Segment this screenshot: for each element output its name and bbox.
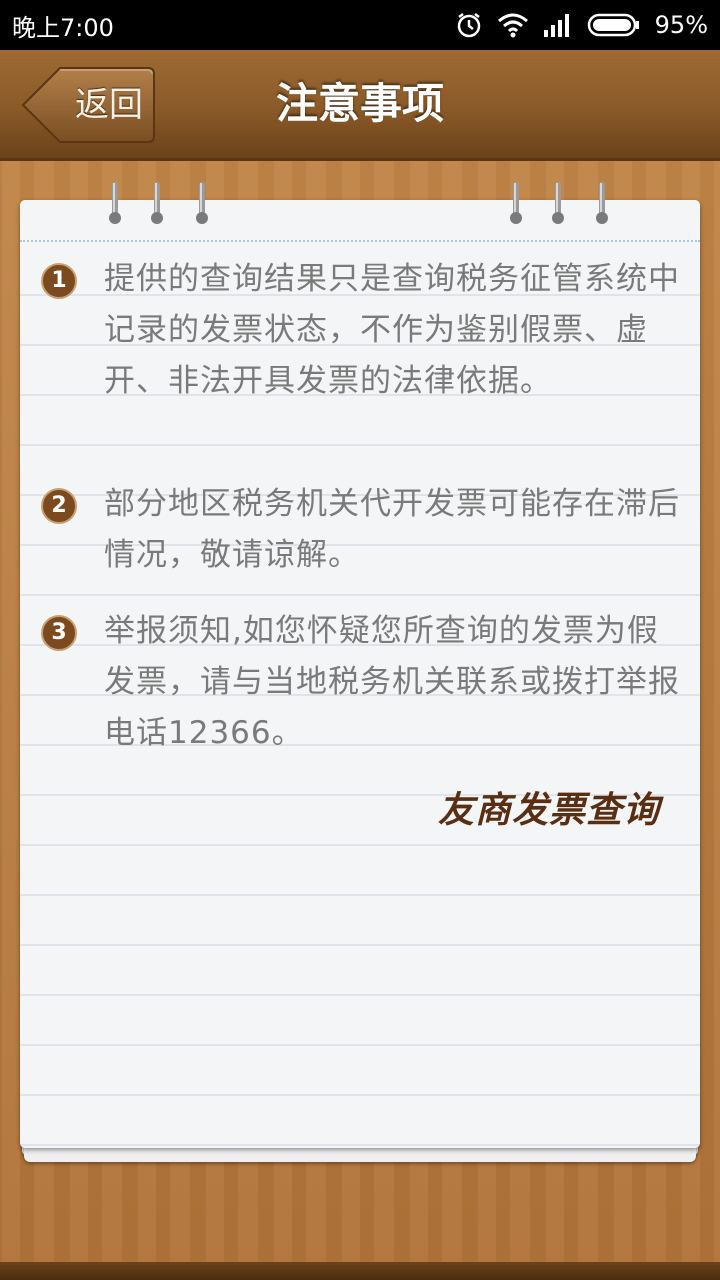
status-time: 晚上7:00	[12, 13, 114, 42]
signal-icon	[543, 12, 573, 38]
spiral-ring-icon	[151, 182, 163, 224]
spiral-ring-icon	[510, 182, 522, 224]
alarm-icon	[455, 11, 483, 39]
status-icons: 95%	[455, 11, 708, 39]
spiral-ring-icon	[109, 182, 121, 224]
note-number: 1	[51, 268, 67, 293]
spiral-ring-icon	[552, 182, 564, 224]
header-bar: 返回 注意事项	[0, 50, 720, 161]
back-label: 返回	[75, 85, 143, 125]
note-number: 3	[51, 620, 67, 645]
note-text: 部分地区税务机关代开发票可能存在滞后情况，敬请谅解。	[104, 486, 680, 573]
note-text: 举报须知,如您怀疑您所查询的发票为假发票，请与当地税务机关联系或拨打举报电话12…	[104, 613, 680, 751]
notebook-page: 1 提供的查询结果只是查询税务征管系统中记录的发票状态，不作为鉴别假票、虚开、非…	[20, 200, 700, 1148]
bottom-bar	[0, 1262, 720, 1280]
back-button[interactable]: 返回	[20, 66, 156, 144]
brand-logo: 友商发票查询	[437, 789, 660, 831]
battery-icon	[587, 12, 641, 38]
note-text: 提供的查询结果只是查询税务征管系统中记录的发票状态，不作为鉴别假票、虚开、非法开…	[104, 261, 680, 399]
status-bar: 晚上7:00 95%	[0, 0, 720, 50]
notebook-margin-line	[20, 240, 700, 242]
spiral-ring-icon	[196, 182, 208, 224]
note-number: 2	[51, 493, 67, 518]
spiral-ring-icon	[596, 182, 608, 224]
battery-percent: 95%	[654, 11, 708, 39]
wifi-icon	[497, 12, 529, 38]
